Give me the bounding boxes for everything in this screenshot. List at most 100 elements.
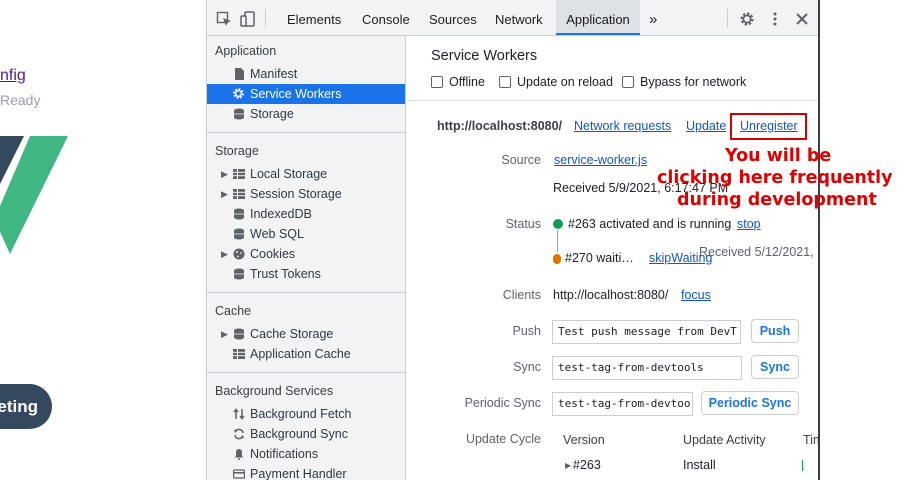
clients-label: Clients — [502, 288, 541, 302]
close-icon[interactable] — [794, 11, 810, 27]
push-input[interactable]: Test push message from DevT — [552, 320, 741, 344]
sync-input[interactable]: test-tag-from-devtools — [552, 356, 742, 380]
sidebar-item-indexeddb[interactable]: IndexedDB — [207, 204, 405, 224]
update-cycle-header-version: Version — [563, 433, 605, 447]
offline-checkbox[interactable] — [431, 76, 443, 88]
expand-arrow-icon[interactable]: ▶ — [221, 244, 228, 264]
sidebar-item-manifest[interactable]: Manifest — [207, 64, 405, 84]
sidebar-item-label: Web SQL — [250, 227, 304, 241]
database-icon — [234, 208, 244, 220]
grid-icon — [233, 189, 245, 199]
sidebar-item-label: Background Fetch — [250, 407, 352, 421]
sync-label: Sync — [513, 360, 541, 374]
grid-icon — [233, 169, 245, 179]
sidebar-item-session-storage[interactable]: ▶ Session Storage — [207, 184, 405, 204]
sidebar-divider — [207, 372, 405, 373]
network-requests-link[interactable]: Network requests — [574, 119, 671, 133]
tab-sources[interactable]: Sources — [429, 0, 477, 35]
sidebar-item-service-workers[interactable]: Service Workers — [207, 84, 405, 104]
sidebar-section-storage: Storage — [215, 144, 259, 158]
bell-icon — [234, 449, 244, 460]
file-icon — [235, 68, 244, 80]
annotation-line-3: during development — [677, 190, 877, 210]
application-sidebar: Application Manifest Service Workers Sto… — [207, 36, 406, 480]
update-cycle-timeline-bar — [802, 460, 803, 471]
devtools-panel: Elements Console Sources Network Applica… — [206, 0, 819, 480]
bypass-for-network-label: Bypass for network — [640, 75, 747, 89]
tab-application[interactable]: Application — [556, 0, 640, 35]
device-toggle-icon[interactable] — [240, 11, 256, 27]
settings-icon[interactable] — [739, 11, 755, 27]
periodic-sync-button[interactable]: Periodic Sync — [701, 391, 799, 415]
sidebar-item-web-sql[interactable]: Web SQL — [207, 224, 405, 244]
tab-network[interactable]: Network — [495, 0, 543, 35]
sidebar-item-label: Notifications — [250, 447, 319, 461]
sidebar-item-notifications[interactable]: Notifications — [207, 444, 405, 464]
skip-waiting-link[interactable]: skipWaiting — [649, 251, 712, 265]
sidebar-section-application: Application — [215, 44, 277, 58]
sidebar-item-local-storage[interactable]: ▶ Local Storage — [207, 164, 405, 184]
periodic-sync-input[interactable]: test-tag-from-devtoo — [552, 392, 693, 416]
focus-link[interactable]: focus — [681, 288, 711, 302]
pane-title: Service Workers — [431, 48, 538, 64]
status-label: Status — [505, 217, 541, 231]
bypass-for-network-checkbox[interactable] — [622, 76, 634, 88]
sidebar-item-label: Service Workers — [250, 87, 342, 101]
tab-console[interactable]: Console — [362, 0, 410, 35]
inspect-icon[interactable] — [216, 11, 232, 27]
database-icon — [234, 328, 244, 340]
status-active-text: #263 activated and is running — [568, 217, 732, 231]
tab-elements[interactable]: Elements — [287, 0, 341, 35]
toolbar-separator — [265, 9, 266, 27]
more-tabs-button[interactable]: » — [649, 0, 657, 35]
page-cta-button[interactable]: eting — [0, 384, 52, 429]
active-status-dot — [553, 219, 563, 229]
grid-icon — [233, 349, 245, 359]
sidebar-item-storage[interactable]: Storage — [207, 104, 405, 124]
database-icon — [234, 108, 244, 120]
source-file-link[interactable]: service-worker.js — [554, 153, 647, 167]
web-page-fragment: nfig Ready eting — [0, 0, 206, 480]
clients-value: http://localhost:8080/ — [553, 288, 669, 302]
status-connector-line — [557, 230, 558, 252]
sidebar-item-background-fetch[interactable]: Background Fetch — [207, 404, 405, 424]
update-cycle-row-version: #263 — [573, 458, 601, 472]
update-on-reload-checkbox[interactable] — [499, 76, 511, 88]
page-status-text: Ready — [0, 92, 41, 108]
annotation-line-2: clicking here frequently — [657, 168, 893, 188]
push-button[interactable]: Push — [751, 319, 799, 343]
arrows-updown-icon — [233, 408, 245, 420]
sidebar-item-background-sync[interactable]: Background Sync — [207, 424, 405, 444]
sidebar-item-cache-storage[interactable]: ▶ Cache Storage — [207, 324, 405, 344]
expand-arrow-icon[interactable]: ▶ — [221, 184, 228, 204]
devtools-toolbar: Elements Console Sources Network Applica… — [207, 0, 819, 36]
toolbar-separator — [727, 9, 728, 27]
more-vertical-icon[interactable] — [767, 11, 783, 27]
worker-origin: http://localhost:8080/ — [437, 119, 563, 133]
sidebar-item-label: Session Storage — [250, 187, 342, 201]
unregister-highlight-box — [730, 113, 807, 140]
expand-arrow-icon[interactable]: ▶ — [221, 324, 228, 344]
sidebar-item-application-cache[interactable]: Application Cache — [207, 344, 405, 364]
update-cycle-header-activity: Update Activity — [683, 433, 766, 447]
offline-label: Offline — [449, 75, 485, 89]
sidebar-item-trust-tokens[interactable]: Trust Tokens — [207, 264, 405, 284]
sidebar-item-label: Trust Tokens — [250, 267, 321, 281]
row-expand-icon[interactable]: ▶ — [565, 461, 571, 470]
section-divider — [407, 100, 819, 101]
sidebar-item-label: Application Cache — [250, 347, 351, 361]
update-link[interactable]: Update — [686, 119, 726, 133]
sidebar-item-payment-handler[interactable]: Payment Handler — [207, 464, 405, 480]
sidebar-divider — [207, 132, 405, 133]
sidebar-section-cache: Cache — [215, 304, 252, 318]
sync-button[interactable]: Sync — [751, 355, 799, 379]
push-label: Push — [512, 324, 542, 338]
sidebar-item-label: Background Sync — [250, 427, 348, 441]
sidebar-item-cookies[interactable]: ▶ Cookies — [207, 244, 405, 264]
sync-icon — [234, 428, 244, 440]
waiting-status-dot — [553, 254, 561, 264]
expand-arrow-icon[interactable]: ▶ — [221, 164, 228, 184]
page-link[interactable]: nfig — [0, 67, 26, 85]
sidebar-item-label: Payment Handler — [250, 467, 347, 480]
stop-link[interactable]: stop — [737, 217, 761, 231]
